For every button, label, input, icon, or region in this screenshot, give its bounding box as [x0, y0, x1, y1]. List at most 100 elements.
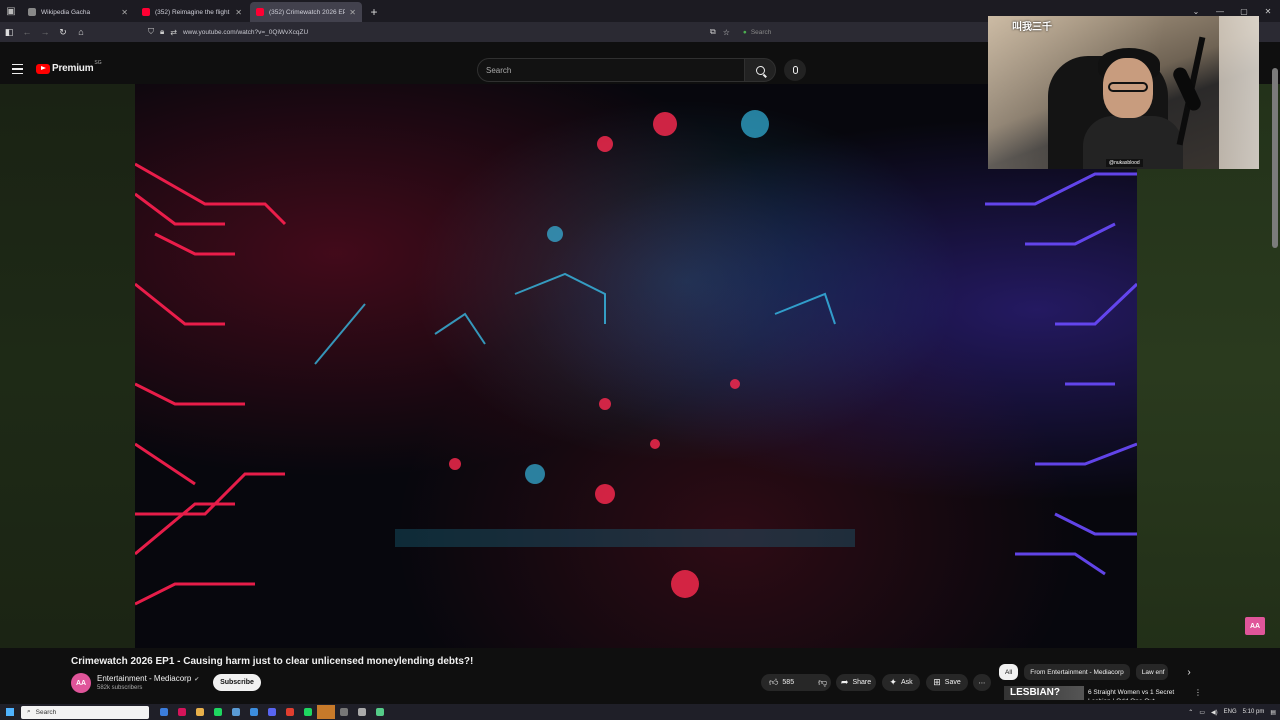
share-label: Share [852, 679, 872, 686]
taskbar-app-icon[interactable] [155, 705, 173, 719]
chip-from-channel[interactable]: From Entertainment - Mediacorp [1024, 664, 1130, 680]
scrollbar-thumb[interactable] [1272, 68, 1278, 248]
channel-name[interactable]: Entertainment - Mediacorp [97, 674, 191, 683]
video-info: Crimewatch 2026 EP1 - Causing harm just … [0, 648, 1280, 700]
taskbar-app-icon[interactable] [209, 705, 227, 719]
volume-icon[interactable]: ◀︎) [1211, 709, 1218, 716]
taskbar-search[interactable]: ⌕ Search [21, 705, 149, 719]
url-text: www.youtube.com/watch?v=_0QiWvXcqZU [182, 28, 309, 36]
taskbar-app-icon[interactable] [173, 705, 191, 719]
search-icon [755, 65, 765, 75]
app-icon [286, 708, 294, 716]
close-tab-icon[interactable]: ✕ [235, 8, 242, 17]
close-tab-icon[interactable]: ✕ [349, 8, 356, 17]
start-button[interactable] [3, 704, 17, 720]
search-placeholder: Search [486, 65, 512, 75]
search-button[interactable] [744, 58, 776, 82]
language-indicator[interactable]: ENG [1224, 709, 1237, 715]
forward-icon[interactable]: → [36, 23, 54, 41]
taskbar-app-icon[interactable] [227, 705, 245, 719]
webcam-curtain [1219, 16, 1259, 169]
recommended-video[interactable]: LESBIAN? 6 Straight Women vs 1 Secret Le… [1004, 686, 1264, 700]
taskbar-app-icon[interactable] [299, 705, 317, 719]
youtube-favicon-icon [256, 8, 264, 16]
search-icon: ⌕ [27, 708, 31, 715]
like-dislike-group: 👍︎ 585 👎︎ [761, 674, 831, 691]
new-tab-button[interactable]: + [364, 2, 384, 22]
taskbar-app-icon[interactable] [191, 705, 209, 719]
app-icon [214, 708, 222, 716]
tab-crimewatch[interactable]: (352) Crimewatch 2026 EP1 ✕ [250, 2, 362, 22]
more-actions-button[interactable]: ⋯ [973, 674, 991, 691]
translate-icon[interactable]: ⧉ [710, 27, 716, 37]
ask-button[interactable]: ✦ Ask [882, 674, 920, 691]
browser-search-field[interactable]: ● Search [743, 25, 863, 39]
search-input[interactable]: Search [477, 58, 745, 82]
app-icon [232, 708, 240, 716]
subscribe-button[interactable]: Subscribe [213, 674, 261, 691]
network-icon[interactable]: ▭ [1199, 709, 1205, 716]
taskbar-app-icon[interactable] [245, 705, 263, 719]
save-label: Save [944, 679, 961, 686]
taskbar-search-label: Search [35, 708, 57, 716]
share-button[interactable]: ➦ Share [836, 674, 876, 691]
clock[interactable]: 5:10 pm [1243, 709, 1265, 715]
taskbar-app-icon[interactable] [353, 705, 371, 719]
app-icon [322, 708, 330, 716]
back-icon[interactable]: ← [18, 23, 36, 41]
bookmark-star-icon[interactable]: ☆ [723, 28, 730, 37]
taskbar: ⌕ Search ⌃ ▭ ◀︎) ENG 5:10 pm ▤ [0, 704, 1280, 720]
taskbar-app-icon[interactable] [371, 705, 389, 719]
taskbar-app-icon[interactable] [317, 705, 335, 719]
dislike-button[interactable]: 👎︎ [810, 674, 835, 691]
app-icon [340, 708, 348, 716]
tab-reimagine[interactable]: (352) Reimagine the flight a ✕ [136, 2, 248, 22]
reload-icon[interactable]: ↻ [54, 23, 72, 41]
video-player[interactable] [135, 84, 1137, 648]
home-icon[interactable]: ⌂ [72, 23, 90, 41]
recommended-menu-icon[interactable]: ⋮ [1194, 688, 1202, 697]
channel-watermark[interactable]: AA [1245, 617, 1265, 635]
navbar-right: ⧉ ☆ ● Search [710, 22, 863, 42]
hamburger-menu-icon[interactable] [12, 64, 23, 74]
tab-wikipedia-gacha[interactable]: Wikipedia Gacha ✕ [22, 2, 134, 22]
microphone-icon [792, 66, 798, 74]
chip-law-enforcement[interactable]: Law enf [1135, 664, 1168, 680]
taskbar-app-icon[interactable] [335, 705, 353, 719]
permissions-icon: ⇄ [170, 27, 177, 37]
channel-name-row[interactable]: Entertainment - Mediacorp ✔ [97, 674, 199, 683]
browser-sidebar-icon[interactable]: ▣ [0, 0, 22, 22]
app-icon [178, 708, 186, 716]
url-bar[interactable]: ⛉ 🔒︎ ⇄ www.youtube.com/watch?v=_0QiWvXcq… [148, 24, 708, 40]
close-tab-icon[interactable]: ✕ [121, 8, 128, 17]
tab-title: (352) Crimewatch 2026 EP1 [269, 8, 346, 16]
recommended-thumbnail[interactable]: LESBIAN? [1004, 686, 1084, 700]
taskbar-app-icon[interactable] [281, 705, 299, 719]
share-icon: ➦ [840, 677, 849, 687]
page-scrollbar[interactable] [1271, 58, 1279, 258]
verified-icon: ✔ [194, 677, 200, 683]
app-icon [160, 708, 168, 716]
youtube-premium-logo[interactable]: Premium SG [36, 60, 102, 74]
logo-text: Premium [52, 63, 94, 74]
close-window-icon[interactable]: ✕ [1256, 0, 1280, 22]
recommended-title[interactable]: 6 Straight Women vs 1 Secret Lesbian | O… [1088, 688, 1188, 700]
tray-chevron-icon[interactable]: ⌃ [1188, 709, 1193, 716]
save-button[interactable]: ⊞ Save [926, 674, 968, 691]
chip-all[interactable]: All [999, 664, 1019, 680]
app-icon [376, 708, 384, 716]
app-icon [268, 708, 276, 716]
channel-avatar[interactable]: AA [71, 673, 91, 693]
chevron-right-icon[interactable]: › [1183, 664, 1195, 680]
video-title: Crimewatch 2026 EP1 - Causing harm just … [71, 656, 474, 667]
notification-icon[interactable]: ▤ [1270, 709, 1276, 716]
taskbar-apps [155, 705, 389, 719]
app-icon [304, 708, 312, 716]
voice-search-button[interactable] [784, 59, 806, 81]
taskbar-app-icon[interactable] [263, 705, 281, 719]
shield-icon: ⛉ [148, 27, 154, 36]
youtube-favicon-icon [142, 8, 150, 16]
like-button[interactable]: 👍︎ 585 [761, 674, 802, 691]
streamer-logo: 叫我三千 [1012, 22, 1052, 33]
sidebar-toggle-icon[interactable]: ◧ [0, 23, 18, 41]
